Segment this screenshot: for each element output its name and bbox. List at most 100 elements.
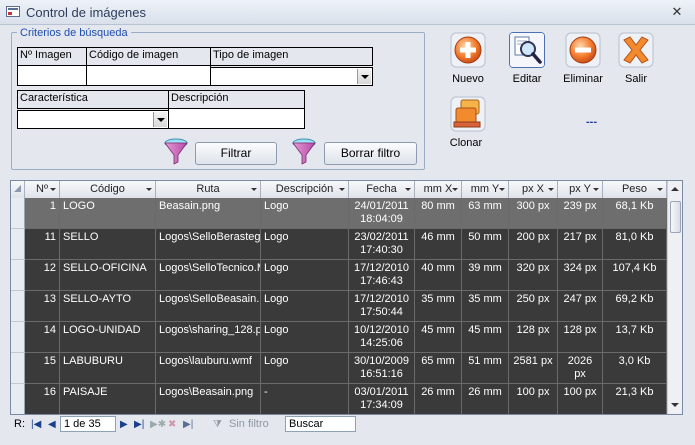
table-cell-fecha[interactable]: 10/12/2010 14:25:06 [349,322,415,353]
prev-record-icon[interactable]: ◀ [48,419,56,430]
table-cell-n[interactable]: 11 [25,229,60,260]
table-row[interactable]: 12SELLO-OFICINALogos\SelloTecnico.Mejora… [11,260,667,291]
table-cell-codigo[interactable]: PAISAJE [60,384,156,414]
close-button[interactable]: ✕ [669,4,685,19]
table-cell-n[interactable]: 1 [25,198,60,229]
table-cell-fecha[interactable]: 17/12/2010 17:46:43 [349,260,415,291]
table-cell-desc[interactable]: Logo [261,260,349,291]
descripcion-input[interactable] [168,108,305,129]
exit-icon[interactable] [618,32,654,68]
scroll-up-icon[interactable] [671,187,679,191]
column-header[interactable]: Ruta [156,181,261,198]
table-cell-codigo[interactable]: SELLO [60,229,156,260]
row-selector[interactable] [11,229,25,260]
row-selector[interactable] [11,322,25,353]
table-cell-desc[interactable]: Logo [261,353,349,384]
column-header[interactable]: mm Y [462,181,509,198]
table-cell-ruta[interactable]: Logos\SelloBerastegi.png [156,229,261,260]
table-cell-peso[interactable]: 68,1 Kb [603,198,667,229]
table-cell-fecha[interactable]: 23/02/2011 17:40:30 [349,229,415,260]
table-cell-ruta[interactable]: Logos\SelloBeasain.Mejorado.png [156,291,261,322]
table-row[interactable]: 13SELLO-AYTOLogos\SelloBeasain.Mejorado.… [11,291,667,322]
table-cell-desc[interactable]: Logo [261,322,349,353]
table-cell-mmy[interactable]: 50 mm [462,229,509,260]
table-cell-pxx[interactable]: 200 px [509,229,558,260]
record-number-input[interactable]: 1 de 35 [60,416,116,432]
column-header[interactable]: Fecha [349,181,415,198]
table-cell-mmx[interactable]: 26 mm [415,384,462,414]
row-selector[interactable] [11,353,25,384]
column-header[interactable]: mm X [415,181,462,198]
table-cell-ruta[interactable]: Logos\sharing_128.png [156,322,261,353]
filtrar-button[interactable]: Filtrar [195,142,277,165]
eliminar-label[interactable]: Eliminar [553,73,613,85]
table-cell-pxy[interactable]: 239 px [558,198,603,229]
table-cell-peso[interactable]: 69,2 Kb [603,291,667,322]
last-record-icon[interactable]: ▶| [134,419,144,430]
table-cell-n[interactable]: 12 [25,260,60,291]
num-imagen-input[interactable] [17,65,87,86]
table-cell-fecha[interactable]: 30/10/2009 16:51:16 [349,353,415,384]
column-header[interactable]: Peso [603,181,667,198]
table-cell-fecha[interactable]: 17/12/2010 17:50:44 [349,291,415,322]
add-icon[interactable] [450,32,486,68]
table-cell-pxy[interactable]: 217 px [558,229,603,260]
vertical-scrollbar[interactable] [667,181,682,414]
clonar-label[interactable]: Clonar [436,137,496,149]
table-cell-peso[interactable]: 3,0 Kb [603,353,667,384]
new-record-icon[interactable]: ▶✱ [150,419,166,430]
table-cell-desc[interactable]: Logo [261,198,349,229]
table-cell-pxy[interactable]: 2026 px [558,353,603,384]
table-cell-mmy[interactable]: 35 mm [462,291,509,322]
search-input[interactable]: Buscar [285,416,356,432]
table-cell-codigo[interactable]: SELLO-AYTO [60,291,156,322]
table-cell-ruta[interactable]: Beasain.png [156,198,261,229]
table-cell-peso[interactable]: 107,4 Kb [603,260,667,291]
table-cell-n[interactable]: 14 [25,322,60,353]
table-cell-desc[interactable]: Logo [261,229,349,260]
select-all-corner[interactable] [11,181,25,198]
tipo-select[interactable] [210,67,373,86]
table-cell-mmy[interactable]: 39 mm [462,260,509,291]
table-cell-n[interactable]: 16 [25,384,60,414]
table-cell-desc[interactable]: - [261,384,349,414]
table-cell-ruta[interactable]: Logos\lauburu.wmf [156,353,261,384]
table-cell-pxx[interactable]: 128 px [509,322,558,353]
table-cell-pxx[interactable]: 300 px [509,198,558,229]
table-row[interactable]: 14LOGO-UNIDADLogos\sharing_128.pngLogo10… [11,322,667,353]
column-header[interactable]: Nº [25,181,60,198]
table-cell-n[interactable]: 13 [25,291,60,322]
table-cell-pxy[interactable]: 100 px [558,384,603,414]
table-cell-mmx[interactable]: 45 mm [415,322,462,353]
table-cell-mmx[interactable]: 46 mm [415,229,462,260]
table-cell-n[interactable]: 15 [25,353,60,384]
clone-icon[interactable] [450,96,486,132]
table-cell-fecha[interactable]: 03/01/2011 17:34:09 [349,384,415,414]
scroll-thumb[interactable] [670,201,681,233]
table-row[interactable]: 1 LOGO Beasain.png Logo 24/01/2011 18:04:09 8… [11,198,667,229]
column-header[interactable]: px X [509,181,558,198]
table-cell-pxx[interactable]: 2581 px [509,353,558,384]
table-cell-pxx[interactable]: 250 px [509,291,558,322]
chevron-down-icon[interactable] [357,69,371,84]
codigo-input[interactable] [86,65,211,86]
table-cell-pxy[interactable]: 247 px [558,291,603,322]
table-cell-mmy[interactable]: 45 mm [462,322,509,353]
table-cell-pxx[interactable]: 100 px [509,384,558,414]
row-selector[interactable] [11,384,25,414]
nuevo-label[interactable]: Nuevo [438,73,498,85]
table-cell-peso[interactable]: 13,7 Kb [603,322,667,353]
table-cell-ruta[interactable]: Logos\SelloTecnico.Mejorado.png [156,260,261,291]
magnifier-edit-icon[interactable] [509,32,545,68]
table-cell-peso[interactable]: 21,3 Kb [603,384,667,414]
no-filter-label[interactable]: Sin filtro [229,418,269,430]
row-selector[interactable] [11,260,25,291]
table-cell-pxy[interactable]: 324 px [558,260,603,291]
table-cell-desc[interactable]: Logo [261,291,349,322]
table-row[interactable]: 15 LABUBURU Logos\lauburu.wmf Logo 30/10/200… [11,353,667,384]
table-cell-codigo[interactable]: LABUBURU [60,353,156,384]
table-cell-peso[interactable]: 81,0 Kb [603,229,667,260]
salir-label[interactable]: Salir [606,73,666,85]
column-header[interactable]: Código [60,181,156,198]
table-cell-mmx[interactable]: 35 mm [415,291,462,322]
